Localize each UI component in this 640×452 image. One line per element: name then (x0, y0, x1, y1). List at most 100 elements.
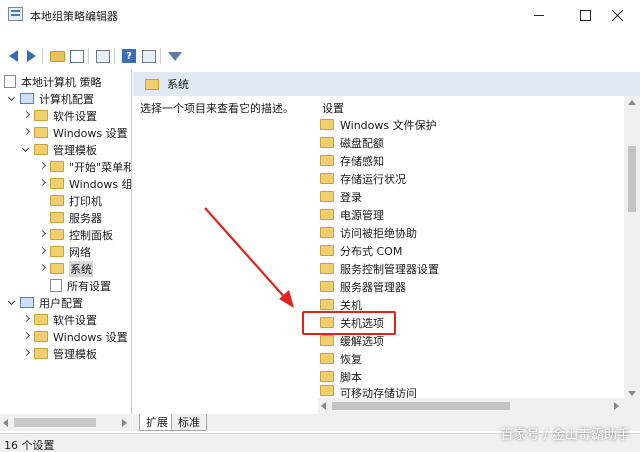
help-button[interactable]: ? (120, 47, 138, 65)
tree-item-label: 网络 (69, 245, 91, 259)
tree-item-label: 用户配置 (39, 296, 83, 310)
list-item[interactable]: 存储运行状况 (320, 170, 406, 187)
list-item[interactable]: 访问被拒绝协助 (320, 224, 417, 241)
list-item[interactable]: 登录 (320, 188, 362, 205)
scroll-left-icon[interactable] (3, 419, 8, 427)
tree-item-server[interactable]: 服务器 (50, 209, 102, 226)
watermark: 百家号 / 金山毒霸助手 (500, 428, 630, 443)
tree-item-label: "开始"菜单和 (69, 160, 132, 174)
tree-item-user-config[interactable]: 用户配置 (8, 294, 83, 311)
tree-item-all-settings[interactable]: 所有设置 (50, 277, 111, 294)
expand-icon[interactable] (8, 299, 16, 307)
list-item[interactable]: 可移动存储访问 (320, 385, 417, 398)
list-item[interactable]: 分布式 COM (320, 242, 402, 259)
scroll-thumb[interactable] (332, 402, 510, 410)
list-item[interactable]: Windows 文件保护 (320, 116, 437, 133)
tree-item-printers[interactable]: 打印机 (50, 192, 102, 209)
properties-button[interactable] (140, 47, 158, 65)
list-item[interactable]: 服务器管理器 (320, 278, 406, 295)
list-item[interactable]: 服务控制管理器设置 (320, 260, 439, 277)
tree-item-control-panel[interactable]: 控制面板 (38, 226, 113, 243)
tree-item-user-windows-settings[interactable]: Windows 设置 (22, 328, 128, 345)
collapse-icon[interactable] (22, 333, 30, 341)
back-button[interactable] (4, 47, 22, 65)
folder-icon (50, 212, 64, 223)
collapse-icon[interactable] (38, 180, 46, 188)
scroll-thumb[interactable] (628, 146, 636, 212)
close-button[interactable] (594, 0, 640, 30)
folder-icon (320, 263, 334, 274)
minimize-button[interactable] (516, 0, 562, 30)
tree-item-windows-components[interactable]: Windows 组 (38, 175, 132, 192)
list-item[interactable]: 恢复 (320, 350, 362, 367)
tab-standard[interactable]: 标准 (171, 414, 207, 431)
tree-item-computer-config[interactable]: 计算机配置 (8, 90, 94, 107)
collapse-icon[interactable] (38, 265, 46, 273)
collapse-icon[interactable] (38, 231, 46, 239)
list-item[interactable]: 存储感知 (320, 152, 384, 169)
folder-icon (34, 110, 48, 121)
folder-icon (320, 245, 334, 256)
tree-item-network[interactable]: 网络 (38, 243, 91, 260)
settings-column-header[interactable]: 设置 (322, 100, 344, 116)
folder-icon (320, 119, 334, 130)
scroll-left-icon[interactable] (321, 402, 326, 410)
collapse-icon[interactable] (22, 316, 30, 324)
export-list-button[interactable] (94, 47, 112, 65)
policy-icon (4, 75, 16, 88)
list-horizontal-scrollbar[interactable] (318, 398, 624, 414)
tree-item-label: Windows 设置 (53, 330, 128, 344)
up-level-button[interactable] (48, 47, 66, 65)
collapse-icon[interactable] (38, 248, 46, 256)
list-item-label: 存储运行状况 (340, 172, 406, 186)
forward-button[interactable] (22, 47, 40, 65)
policy-editor-icon (8, 7, 23, 21)
up-folder-icon (49, 50, 65, 62)
list-item-label: 电源管理 (340, 208, 384, 222)
folder-icon (320, 299, 334, 310)
tree-horizontal-scrollbar[interactable] (0, 414, 132, 431)
folder-icon (50, 263, 64, 274)
collapse-icon[interactable] (22, 350, 30, 358)
computer-icon (20, 93, 34, 104)
scroll-down-icon[interactable] (628, 391, 636, 396)
list-item[interactable]: 脚本 (320, 368, 362, 385)
tree-item-label: Windows 组 (69, 177, 132, 191)
list-item-label: 可移动存储访问 (340, 387, 417, 398)
tree-item-admin-templates[interactable]: 管理模板 (22, 141, 97, 158)
filter-button[interactable] (166, 47, 184, 65)
scroll-up-icon[interactable] (628, 100, 636, 105)
tree-item-user-software-settings[interactable]: 软件设置 (22, 311, 97, 328)
forward-arrow-icon (26, 50, 36, 62)
folder-icon (50, 195, 64, 206)
settings-list-icon (50, 279, 62, 292)
list-vertical-scrollbar[interactable] (624, 96, 640, 414)
tree-item-windows-settings[interactable]: Windows 设置 (22, 124, 128, 141)
tree-item-software-settings[interactable]: 软件设置 (22, 107, 97, 124)
tree-item-system[interactable]: 系统 (38, 260, 93, 277)
toolbar-separator (88, 48, 89, 64)
tree-item-start-menu[interactable]: "开始"菜单和 (38, 158, 132, 175)
scroll-thumb[interactable] (14, 418, 96, 427)
toolbar-separator (42, 48, 43, 64)
collapse-icon[interactable] (38, 163, 46, 171)
highlight-annotation-box (302, 311, 396, 335)
list-item[interactable]: 电源管理 (320, 206, 384, 223)
tree-item-local-policy[interactable]: 本地计算机 策略 (4, 73, 102, 90)
scroll-right-icon[interactable] (614, 402, 619, 410)
export-list-icon (96, 49, 110, 63)
collapse-icon[interactable] (22, 112, 30, 120)
list-item-label: 脚本 (340, 370, 362, 384)
expand-icon[interactable] (22, 146, 30, 154)
expand-icon[interactable] (8, 95, 16, 103)
tree-item-user-admin-templates[interactable]: 管理模板 (22, 345, 97, 362)
list-item[interactable]: 磁盘配额 (320, 134, 384, 151)
collapse-icon[interactable] (22, 129, 30, 137)
show-tree-button[interactable] (68, 47, 86, 65)
list-item-label: 登录 (340, 190, 362, 204)
tab-extended[interactable]: 扩展 (139, 414, 175, 431)
folder-icon (50, 178, 64, 189)
scroll-right-icon[interactable] (122, 419, 127, 427)
tree-item-label: 打印机 (69, 194, 102, 208)
details-header-title: 系统 (167, 78, 189, 91)
